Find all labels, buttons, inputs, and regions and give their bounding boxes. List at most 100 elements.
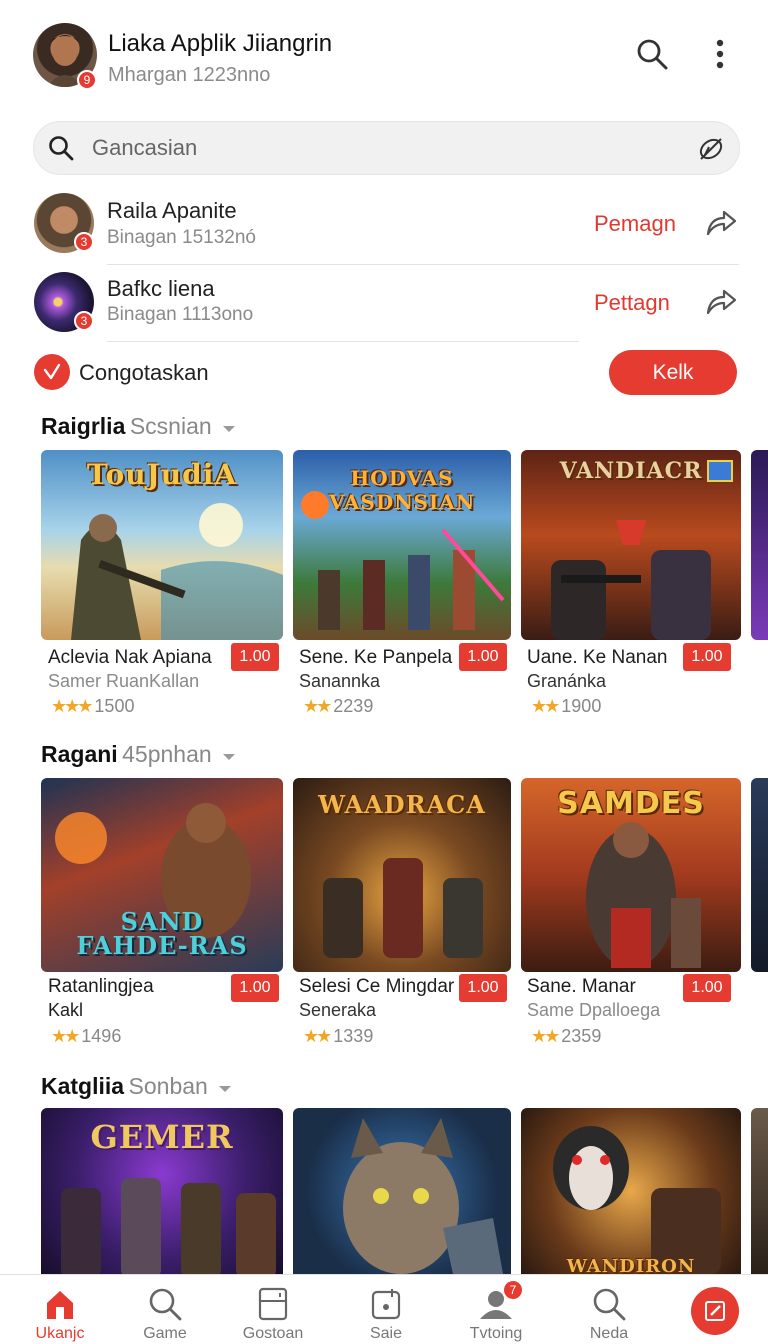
price-tag[interactable]: 1.00 — [231, 643, 279, 671]
game-rating: ★★ 1496 — [51, 1026, 121, 1047]
section-title: Katgliia — [41, 1073, 125, 1099]
friend-badge: 3 — [74, 311, 94, 331]
rating-count: 2239 — [333, 696, 374, 716]
price-tag[interactable]: 1.00 — [683, 974, 731, 1002]
nav-item-gostoan[interactable]: Gostoan — [218, 1275, 328, 1344]
game-title: Sene. Ke Panpela — [299, 647, 453, 668]
game-thumbnail: VANDIACR — [521, 450, 741, 640]
search-icon — [592, 1287, 626, 1323]
nav-label: Saie — [369, 1325, 403, 1342]
game-thumbnail[interactable]: WANDIRON — [521, 1108, 741, 1274]
game-title: Uane. Ke Nanan — [527, 647, 668, 668]
price-tag[interactable]: 1.00 — [459, 974, 507, 1002]
game-thumbnail: SAND FAHDE-RAS — [41, 778, 283, 972]
compose-fab[interactable] — [691, 1287, 739, 1335]
game-art-title: TouJudiA — [86, 458, 238, 491]
friend-badge: 3 — [74, 232, 94, 252]
bottom-navigation: Ukanjc Game Gostoan Saie 7 Tvtoing Neda — [0, 1274, 768, 1344]
game-publisher: Seneraka — [299, 1000, 377, 1020]
star-icon: ★★ — [51, 1026, 80, 1046]
game-art-title: GEMER — [90, 1118, 234, 1156]
chevron-down-icon — [218, 1081, 232, 1099]
section-header[interactable]: Ragani 45pnhan — [41, 741, 236, 768]
game-publisher: Granánka — [527, 671, 607, 691]
app-title: Liaka Apþlik Jiiangrin — [108, 30, 333, 57]
more-vertical-icon[interactable] — [704, 34, 736, 74]
game-title: Aclevia Nak Apiana — [48, 647, 212, 668]
nav-label: Ukanjc — [35, 1325, 85, 1342]
game-thumbnail: HODVAS VASDNSIAN — [293, 450, 511, 640]
download-box-icon — [370, 1287, 402, 1323]
nav-item-home[interactable]: Ukanjc — [5, 1275, 115, 1344]
game-rating: ★★ 2239 — [303, 696, 373, 717]
game-publisher: Kakl — [48, 1000, 84, 1020]
nav-item-tvtoing[interactable]: 7 Tvtoing — [441, 1275, 551, 1344]
section-title: Ragani — [41, 741, 118, 767]
star-icon: ★★★ — [51, 696, 93, 716]
game-publisher: Same Dpalloega — [527, 1000, 661, 1020]
voice-search-icon[interactable] — [696, 134, 726, 169]
check-icon — [34, 354, 70, 390]
home-icon — [43, 1287, 77, 1323]
edit-icon — [705, 1301, 725, 1321]
search-icon — [148, 1287, 182, 1323]
fridge-icon — [258, 1287, 288, 1323]
game-thumbnail[interactable]: GEMER — [41, 1108, 283, 1274]
share-icon[interactable] — [704, 287, 738, 322]
game-rating: ★★★ 1500 — [51, 696, 134, 717]
star-icon: ★★ — [303, 696, 332, 716]
game-rating: ★★ 2359 — [531, 1026, 601, 1047]
divider — [107, 264, 739, 265]
rating-count: 1339 — [333, 1026, 374, 1046]
friend-name: Bafkc liena — [107, 276, 215, 301]
game-title: Ratanlingjea — [48, 976, 154, 997]
price-tag[interactable]: 1.00 — [459, 643, 507, 671]
game-art-title: SAND FAHDE-RAS — [76, 907, 248, 960]
user-group-icon: 7 — [476, 1279, 524, 1323]
game-card-peek[interactable] — [751, 450, 768, 640]
game-publisher: Sanannka — [299, 671, 381, 691]
friend-status: Binagan 15132nó — [107, 227, 256, 248]
game-card-peek[interactable] — [751, 778, 768, 972]
share-icon[interactable] — [704, 208, 738, 243]
search-input[interactable] — [92, 122, 672, 174]
star-icon: ★★ — [531, 1026, 560, 1046]
star-icon: ★★ — [531, 696, 560, 716]
search-icon — [48, 135, 74, 166]
nav-label: Neda — [589, 1325, 629, 1342]
game-art-title: WAADRACA — [318, 790, 486, 819]
profile-badge: 9 — [77, 70, 97, 90]
nav-label: Game — [143, 1325, 187, 1342]
game-thumbnail: TouJudiA — [41, 450, 283, 640]
section-subtitle: Sonban — [128, 1073, 208, 1099]
divider — [107, 341, 579, 342]
game-thumbnail[interactable] — [293, 1108, 511, 1274]
confirm-label: Congotaskan — [79, 360, 209, 385]
star-icon: ★★ — [303, 1026, 332, 1046]
search-icon[interactable] — [632, 34, 672, 74]
nav-item-game[interactable]: Game — [110, 1275, 220, 1344]
nav-item-saie[interactable]: Saie — [331, 1275, 441, 1344]
section-header[interactable]: Raigrlia Scsnian — [41, 413, 236, 440]
confirm-button[interactable]: Kelk — [609, 350, 737, 395]
game-art-title: WANDIRON — [566, 1256, 696, 1274]
friend-action-link[interactable]: Pettagn — [594, 290, 670, 316]
friend-status: Binagan 1113ono — [107, 304, 254, 325]
search-bar[interactable] — [33, 121, 740, 175]
game-title: Selesi Ce Mingdar — [299, 976, 455, 997]
game-card-peek[interactable] — [751, 1108, 768, 1274]
game-publisher: Samer RuanKallan — [48, 671, 200, 691]
price-tag[interactable]: 1.00 — [683, 643, 731, 671]
rating-count: 1496 — [81, 1026, 122, 1046]
nav-item-neda[interactable]: Neda — [554, 1275, 664, 1344]
game-thumbnail: SAMDES — [521, 778, 741, 972]
game-title: Sane. Manar — [527, 976, 636, 997]
app-subtitle: Mhargan 1223nno — [108, 64, 271, 86]
price-tag[interactable]: 1.00 — [231, 974, 279, 1002]
friend-action-link[interactable]: Pemagn — [594, 211, 676, 237]
section-subtitle: 45pnhan — [122, 741, 212, 767]
friend-name: Raila Apanite — [107, 198, 237, 223]
section-header[interactable]: Katgliia Sonban — [41, 1073, 232, 1100]
game-art-title: HODVAS VASDNSIAN — [328, 466, 476, 514]
chevron-down-icon — [222, 421, 236, 439]
